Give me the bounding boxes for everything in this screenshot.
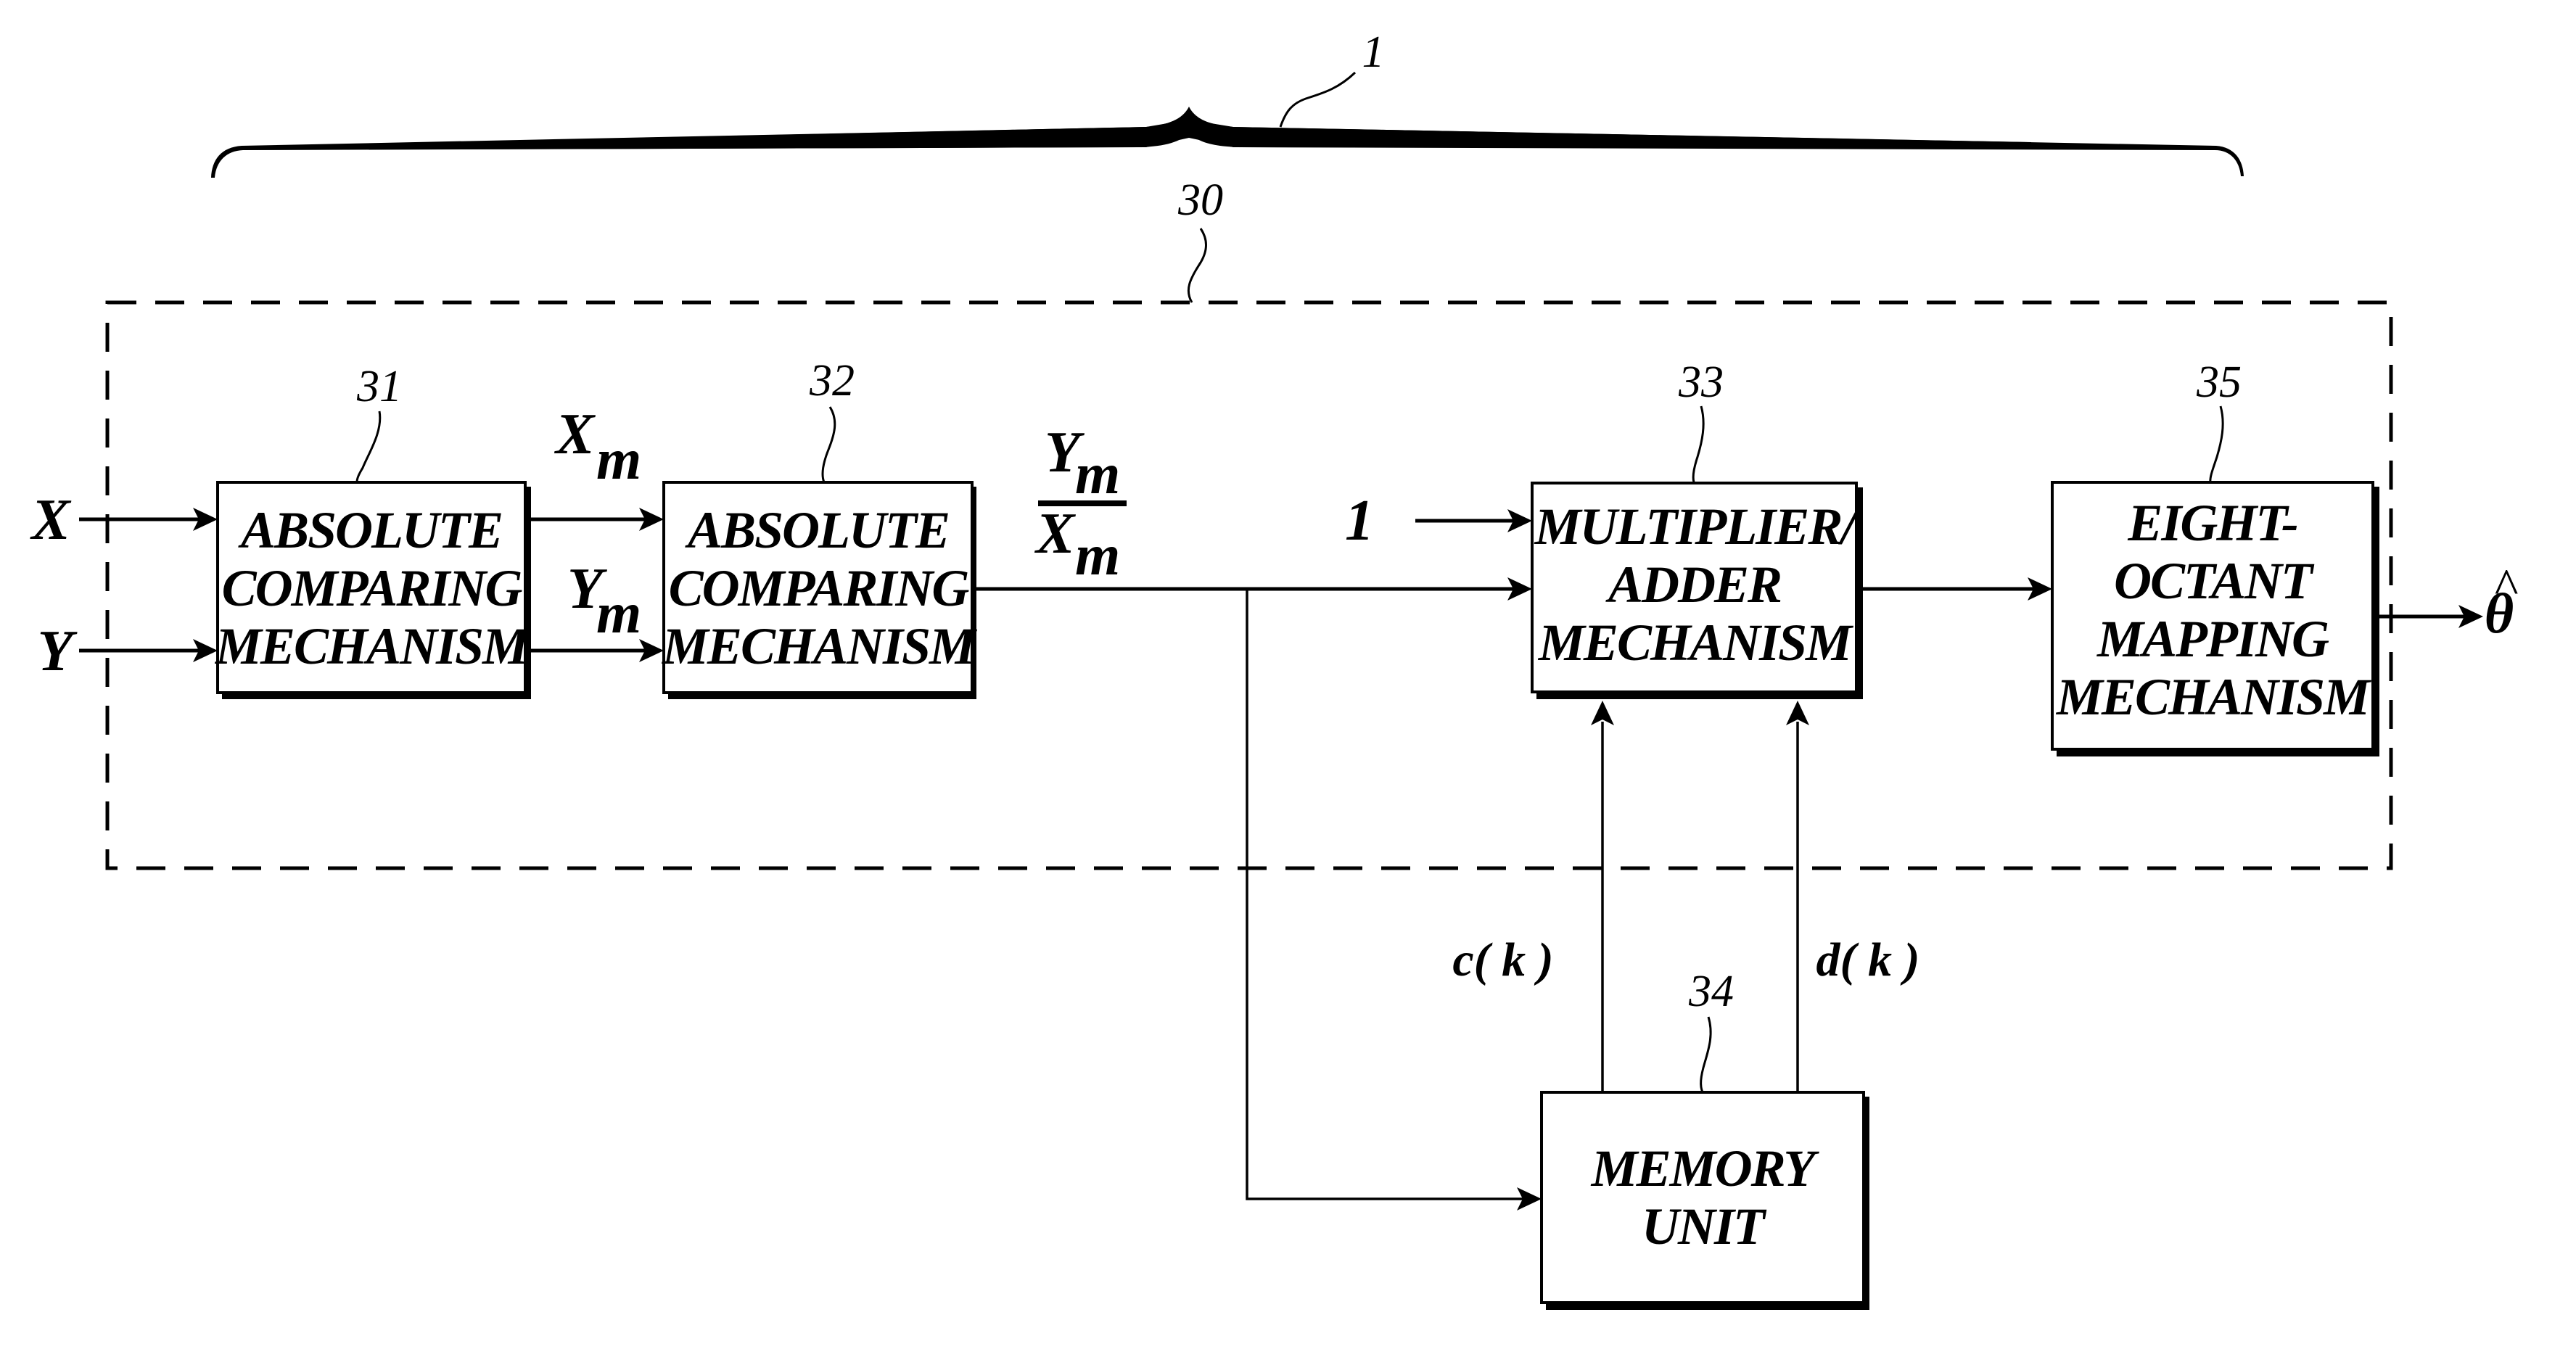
ref-label-system: 1	[1362, 28, 1385, 77]
theta-hat-accent: ^	[2493, 559, 2518, 615]
block-34-memory-unit: MEMORY UNIT	[1540, 1091, 1869, 1310]
signal-label-xm: X m	[554, 403, 641, 492]
xm-main: X	[554, 403, 596, 466]
system-brace	[211, 107, 2244, 178]
signal-label-ym: Y m	[567, 557, 641, 646]
input-label-one: 1	[1345, 489, 1374, 553]
block-31-absolute-comparing: ABSOLUTE COMPARING MECHANISM	[215, 481, 532, 699]
brace-body-fill	[435, 120, 2031, 149]
ref-label-31: 31	[356, 362, 402, 411]
block-33-line-3: MECHANISM	[1538, 614, 1854, 672]
output-label-theta-hat: θ ^	[2485, 559, 2518, 645]
leader-line-34	[1700, 1016, 1712, 1093]
block-31-line-2: COMPARING	[222, 559, 523, 617]
block-32-line-1: ABSOLUTE	[685, 501, 949, 559]
ratio-den-main: X	[1034, 502, 1076, 566]
input-label-x: X	[29, 488, 71, 552]
leader-line-33	[1692, 405, 1705, 483]
block-32-line-3: MECHANISM	[662, 617, 978, 675]
arrowhead-ck-to-33	[1591, 701, 1614, 725]
block-35-eight-octant-mapping: EIGHT- OCTANT MAPPING MECHANISM	[2051, 481, 2379, 756]
block-31-line-3: MECHANISM	[215, 617, 531, 675]
ref-label-35: 35	[2196, 358, 2242, 407]
block-35-line-4: MECHANISM	[2056, 668, 2372, 726]
ref-label-34: 34	[1688, 967, 1734, 1016]
ref-label-32: 32	[809, 356, 855, 405]
leader-line-31	[355, 411, 382, 483]
block-35-line-1: EIGHT-	[2127, 494, 2297, 552]
block-35-line-3: MAPPING	[2096, 610, 2329, 668]
leader-line-subsystem	[1187, 228, 1207, 303]
ref-label-33: 33	[1678, 358, 1724, 407]
ym-subscript: m	[596, 582, 641, 646]
block-33-multiplier-adder: MULTIPLIER/ ADDER MECHANISM	[1531, 482, 1863, 699]
wire-ratio-branch-to-memory	[1246, 589, 1523, 1200]
ratio-num-sub: m	[1075, 442, 1120, 506]
ratio-den-sub: m	[1075, 524, 1120, 587]
block-32-line-2: COMPARING	[669, 559, 970, 617]
leader-line-32	[821, 406, 836, 483]
leader-line-system	[1279, 71, 1357, 128]
leader-line-35	[2209, 405, 2224, 483]
ref-label-subsystem: 30	[1177, 176, 1223, 225]
block-34-line-2: UNIT	[1642, 1197, 1767, 1255]
arrowhead-dk-to-33	[1786, 701, 1809, 725]
block-34-line-1: MEMORY	[1591, 1139, 1820, 1197]
xm-subscript: m	[596, 428, 641, 492]
signal-label-dk: d( k )	[1816, 933, 1920, 986]
block-31-line-1: ABSOLUTE	[238, 501, 502, 559]
block-33-line-2: ADDER	[1605, 556, 1781, 614]
block-diagram: 1 30 ABSOLUTE COMPARING MECHANISM 31 ABS…	[29, 28, 2518, 1310]
block-35-line-2: OCTANT	[2114, 552, 2315, 610]
input-label-y: Y	[38, 619, 78, 683]
signal-label-ratio: Y m X m	[1034, 421, 1127, 587]
block-32-absolute-comparing: ABSOLUTE COMPARING MECHANISM	[662, 481, 979, 699]
block-33-line-1: MULTIPLIER/	[1534, 498, 1861, 556]
signal-label-ck: c( k )	[1452, 933, 1553, 986]
